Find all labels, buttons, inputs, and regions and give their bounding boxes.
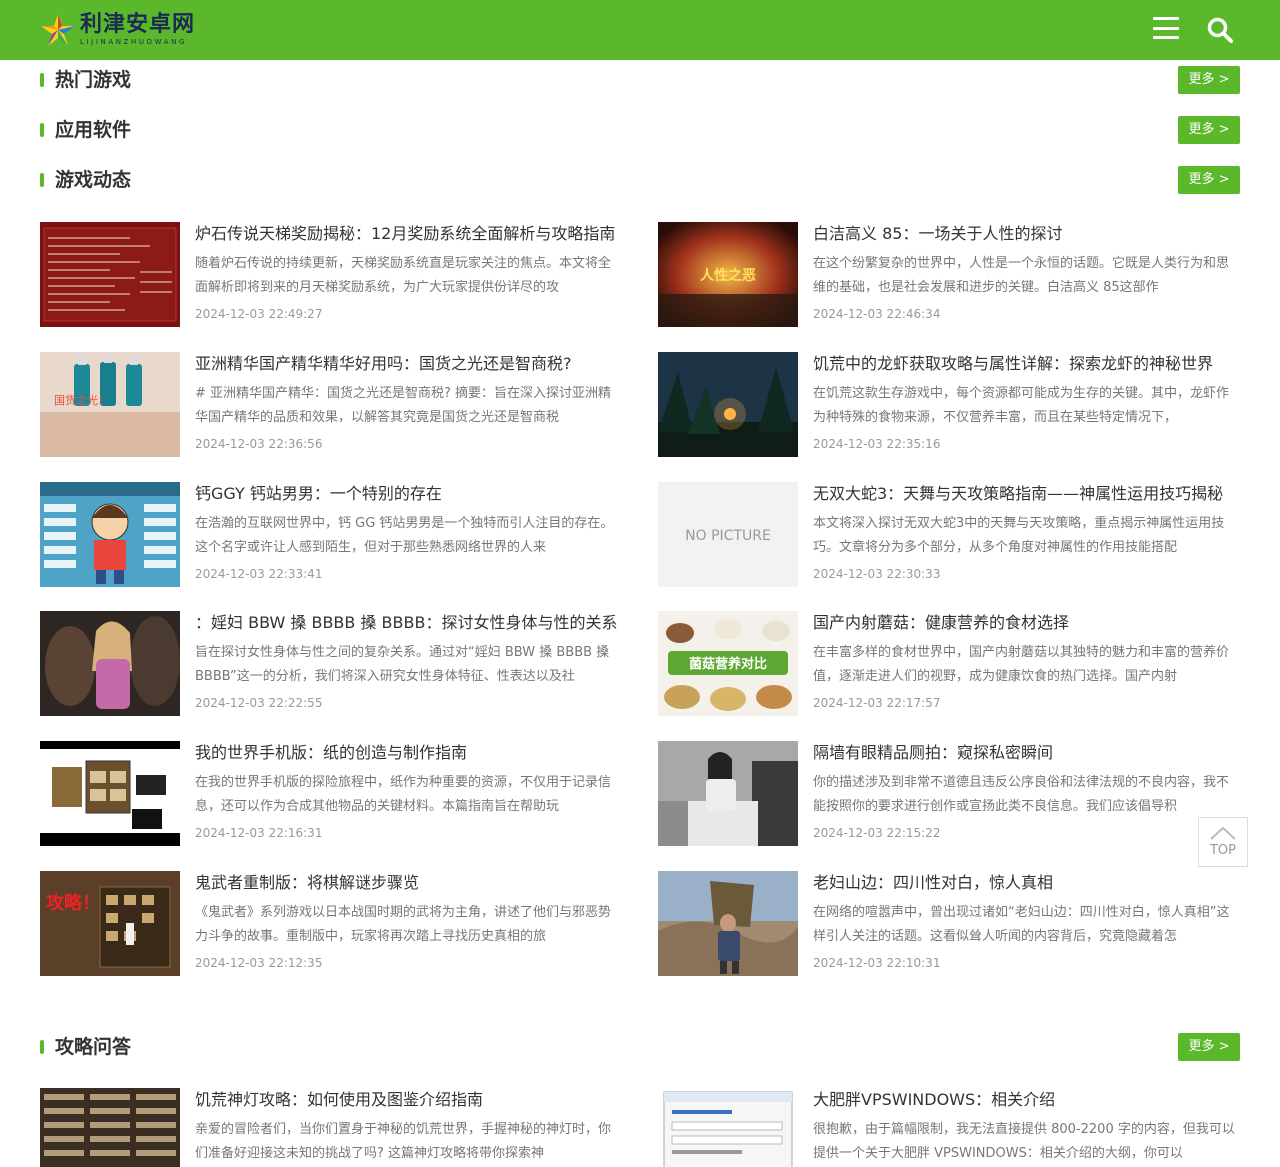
section-game-news: 游戏动态 更多 > [40, 165, 1240, 195]
news-time: 2024-12-03 22:33:41 [195, 567, 323, 581]
section-bar [40, 123, 44, 137]
site-header: 利津安卓网 LIJINANZHUOWANG [0, 0, 1280, 60]
news-title[interactable]: 无双大蛇3：天舞与天攻策略指南——神属性运用技巧揭秘 [813, 482, 1240, 506]
section-guides: 攻略问答 更多 > [40, 1032, 1240, 1062]
news-title[interactable]: 我的世界手机版：纸的创造与制作指南 [195, 741, 622, 765]
news-time: 2024-12-03 22:10:31 [813, 956, 941, 970]
news-time: 2024-12-03 22:30:33 [813, 567, 941, 581]
news-title[interactable]: ：婬妇 BBW 搡 BBBB 搡 BBBB：探讨女性身体与性的关系 [195, 611, 622, 635]
news-thumbnail[interactable]: 攻略！ [40, 871, 180, 976]
section-apps: 应用软件 更多 > [40, 115, 1240, 145]
thumb-caption: 人性之恶 [700, 267, 756, 284]
thumb-caption: 国货之光！ [54, 393, 109, 407]
news-thumbnail[interactable]: NO PICTURE [658, 482, 798, 587]
news-thumbnail[interactable] [658, 352, 798, 457]
news-item[interactable]: 老妇山边：四川性对白，惊人真相 在网络的喧嚣声中，曾出现过诸如“老妇山边：四川性… [658, 871, 1240, 977]
section-hot-games: 热门游戏 更多 > [40, 65, 1240, 95]
section-title: 应用软件 [55, 119, 132, 141]
news-title[interactable]: 鬼武者重制版：将棋解谜步骤览 [195, 871, 622, 895]
news-summary: 本文将深入探讨无双大蛇3中的天舞与天攻策略，重点揭示神属性运用技巧。文章将分为多… [813, 516, 1225, 555]
news-summary: # 亚洲精华国产精华：国货之光还是智商税? 摘要：旨在深入探讨亚洲精华国产精华的… [195, 386, 612, 425]
news-title[interactable]: 白洁高义 85：一场关于人性的探讨 [813, 222, 1240, 246]
section-bar [40, 173, 44, 187]
news-item[interactable]: 菌菇营养对比 国产内射蘑菇：健康营养的食材选择 在丰富多样的食材世界中，国产内射… [658, 611, 1240, 717]
news-item[interactable]: 饥荒中的龙虾获取攻略与属性详解：探索龙虾的神秘世界 在饥荒这款生存游戏中，每个资… [658, 352, 1240, 458]
menu-icon[interactable] [1153, 17, 1181, 43]
more-button[interactable]: 更多 > [1178, 1033, 1240, 1061]
news-time: 2024-12-03 22:35:16 [813, 437, 941, 451]
news-thumbnail[interactable]: 国货之光！ [40, 352, 180, 457]
news-thumbnail[interactable] [658, 741, 798, 846]
news-title[interactable]: 隔墙有眼精品厕拍：窥探私密瞬间 [813, 741, 1240, 765]
news-time: 2024-12-03 22:36:56 [195, 437, 323, 451]
news-summary: 在我的世界手机版的探险旅程中，纸作为种重要的资源，不仅用于记录信息，还可以作为合… [195, 775, 612, 814]
news-thumbnail[interactable] [40, 611, 180, 716]
news-title[interactable]: 炉石传说天梯奖励揭秘：12月奖励系统全面解析与攻略指南 [195, 222, 622, 246]
news-time: 2024-12-03 22:12:35 [195, 956, 323, 970]
news-thumbnail[interactable]: 菌菇营养对比 [658, 611, 798, 716]
section-title: 攻略问答 [55, 1036, 132, 1058]
news-item[interactable]: ：婬妇 BBW 搡 BBBB 搡 BBBB：探讨女性身体与性的关系 旨在探讨女性… [40, 611, 622, 717]
news-time: 2024-12-03 22:22:55 [195, 696, 323, 710]
news-item[interactable]: 国货之光！ 亚洲精华国产精华精华好用吗：国货之光还是智商税? # 亚洲精华国产精… [40, 352, 622, 458]
guide-thumbnail[interactable] [658, 1088, 798, 1167]
guide-summary: 亲爱的冒险者们，当你们置身于神秘的饥荒世界，手握神秘的神灯时，你们准备好迎接这未… [195, 1122, 612, 1161]
news-summary: 你的描述涉及到非常不道德且违反公序良俗和法律法规的不良内容，我不能按照你的要求进… [813, 775, 1230, 814]
news-time: 2024-12-03 22:17:57 [813, 696, 941, 710]
news-title[interactable]: 国产内射蘑菇：健康营养的食材选择 [813, 611, 1240, 635]
guide-summary: 很抱歉，由于篇幅限制，我无法直接提供 800-2200 字的内容，但我可以提供一… [813, 1122, 1235, 1161]
news-time: 2024-12-03 22:46:34 [813, 307, 941, 321]
news-thumbnail[interactable] [658, 871, 798, 976]
news-summary: 在饥荒这款生存游戏中，每个资源都可能成为生存的关键。其中，龙虾作为种特殊的食物来… [813, 386, 1230, 425]
news-item[interactable]: 隔墙有眼精品厕拍：窥探私密瞬间 你的描述涉及到非常不道德且违反公序良俗和法律法规… [658, 741, 1240, 847]
guide-title[interactable]: 饥荒神灯攻略：如何使用及图鉴介绍指南 [195, 1088, 622, 1112]
back-to-top-label: TOP [1209, 843, 1236, 858]
guide-title[interactable]: 大肥胖VPSWINDOWS：相关介绍 [813, 1088, 1240, 1112]
news-summary: 在浩瀚的互联网世界中，钙 GG 钙站男男是一个独特而引人注目的存在。这个名字或许… [195, 516, 614, 555]
guide-thumbnail[interactable] [40, 1088, 180, 1167]
news-item[interactable]: 我的世界手机版：纸的创造与制作指南 在我的世界手机版的探险旅程中，纸作为种重要的… [40, 741, 622, 847]
arrow-up-icon [1210, 826, 1236, 840]
news-title[interactable]: 老妇山边：四川性对白，惊人真相 [813, 871, 1240, 895]
news-thumbnail[interactable] [40, 222, 180, 327]
thumb-caption: 攻略！ [46, 892, 100, 914]
news-time: 2024-12-03 22:15:22 [813, 826, 941, 840]
news-summary: 在这个纷繁复杂的世界中，人性是一个永恒的话题。它既是人类行为和思维的基础，也是社… [813, 256, 1230, 295]
news-time: 2024-12-03 22:49:27 [195, 307, 323, 321]
news-time: 2024-12-03 22:16:31 [195, 826, 323, 840]
news-summary: 随着炉石传说的持续更新，天梯奖励系统直是玩家关注的焦点。本文将全面解析即将到来的… [195, 256, 612, 295]
section-bar [40, 1040, 44, 1054]
guide-item[interactable]: 饥荒神灯攻略：如何使用及图鉴介绍指南 亲爱的冒险者们，当你们置身于神秘的饥荒世界… [40, 1088, 622, 1167]
news-item[interactable]: 人性之恶 白洁高义 85：一场关于人性的探讨 在这个纷繁复杂的世界中，人性是一个… [658, 222, 1240, 328]
thumb-caption: 菌菇营养对比 [689, 656, 767, 672]
section-bar [40, 73, 44, 87]
section-title: 热门游戏 [55, 69, 132, 91]
news-thumbnail[interactable] [40, 741, 180, 846]
news-summary: 旨在探讨女性身体与性之间的复杂关系。通过对“婬妇 BBW 搡 BBBB 搡 BB… [195, 645, 610, 684]
news-title[interactable]: 钙GGY 钙站男男：一个特别的存在 [195, 482, 622, 506]
news-title[interactable]: 饥荒中的龙虾获取攻略与属性详解：探索龙虾的神秘世界 [813, 352, 1240, 376]
section-title: 游戏动态 [55, 169, 132, 191]
news-thumbnail[interactable]: 人性之恶 [658, 222, 798, 327]
logo-title: 利津安卓网 [80, 12, 196, 37]
more-button[interactable]: 更多 > [1178, 166, 1240, 194]
news-summary: 在网络的喧嚣声中，曾出现过诸如“老妇山边：四川性对白，惊人真相”这样引人关注的话… [813, 905, 1230, 944]
search-icon[interactable] [1206, 16, 1234, 44]
more-button[interactable]: 更多 > [1178, 66, 1240, 94]
back-to-top-button[interactable]: TOP [1198, 817, 1248, 867]
news-summary: 《鬼武者》系列游戏以日本战国时期的武将为主角，讲述了他们与邪恶势力斗争的故事。重… [195, 905, 612, 944]
guide-item[interactable]: 大肥胖VPSWINDOWS：相关介绍 很抱歉，由于篇幅限制，我无法直接提供 80… [658, 1088, 1240, 1167]
news-title[interactable]: 亚洲精华国产精华精华好用吗：国货之光还是智商税? [195, 352, 622, 376]
logo-star-icon [41, 14, 75, 46]
site-logo[interactable]: 利津安卓网 LIJINANZHUOWANG [40, 8, 195, 52]
news-summary: 在丰富多样的食材世界中，国产内射蘑菇以其独特的魅力和丰富的营养价值，逐渐走进人们… [813, 645, 1230, 684]
no-picture-label: NO PICTURE [685, 528, 771, 544]
news-item[interactable]: NO PICTURE 无双大蛇3：天舞与天攻策略指南——神属性运用技巧揭秘 本文… [658, 482, 1240, 588]
more-button[interactable]: 更多 > [1178, 116, 1240, 144]
logo-subtitle: LIJINANZHUOWANG [80, 38, 188, 46]
news-item[interactable]: 炉石传说天梯奖励揭秘：12月奖励系统全面解析与攻略指南 随着炉石传说的持续更新，… [40, 222, 622, 328]
news-item[interactable]: 钙GGY 钙站男男：一个特别的存在 在浩瀚的互联网世界中，钙 GG 钙站男男是一… [40, 482, 622, 588]
news-thumbnail[interactable] [40, 482, 180, 587]
news-item[interactable]: 攻略！ 鬼武者重制版：将棋解谜步骤览 《鬼武者》系列游戏以日本战国时期的武将为主… [40, 871, 622, 977]
